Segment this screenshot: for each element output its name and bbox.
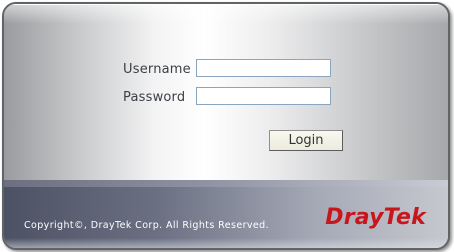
- copyright-text: Copyright©, DrayTek Corp. All Rights Res…: [24, 220, 270, 231]
- login-button[interactable]: Login: [269, 130, 343, 151]
- footer-bar: Copyright©, DrayTek Corp. All Rights Res…: [4, 187, 448, 248]
- login-window: Username Password Login Copyright©, Dray…: [2, 2, 450, 250]
- login-panel: Username Password Login: [4, 4, 448, 180]
- username-label: Username: [123, 62, 191, 77]
- username-input[interactable]: [196, 59, 331, 77]
- logo-dray: Dray: [325, 205, 384, 230]
- draytek-logo: DrayTek: [325, 205, 426, 230]
- logo-tek: Tek: [383, 205, 426, 230]
- password-label: Password: [123, 90, 186, 105]
- footer-divider: [4, 180, 448, 187]
- password-input[interactable]: [196, 87, 331, 105]
